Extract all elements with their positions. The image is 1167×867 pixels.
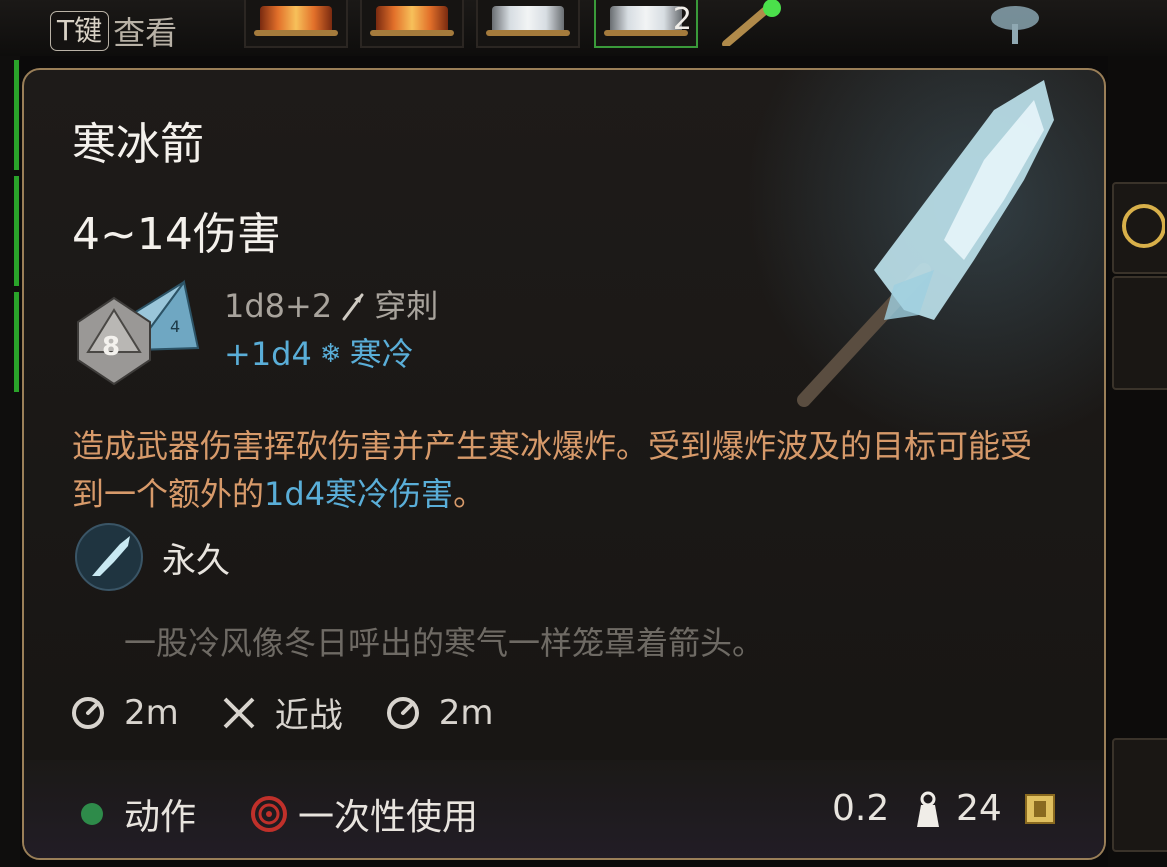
examine-label: 查看 — [113, 14, 178, 52]
amulet-icon — [1122, 204, 1166, 248]
hotbar-slot-ice-scroll[interactable] — [476, 0, 580, 48]
goblet-icon[interactable] — [980, 2, 1050, 52]
tooltip-footer: 动作 一次性使用 0.2 24 — [24, 760, 1104, 858]
item-description: 造成武器伤害挥砍伤害并产生寒冰爆炸。受到爆炸波及的目标可能受到一个额外的1d4寒… — [72, 422, 1052, 518]
base-damage-dice: 1d8+2 — [224, 287, 333, 325]
item-title: 寒冰箭 — [72, 119, 204, 170]
scroll-rod — [486, 30, 570, 36]
arrow-pierce-icon — [342, 293, 364, 321]
attack-type: 近战 — [274, 696, 343, 736]
item-tooltip: 寒冰箭 4~14伤害 4 8 1d8+2 穿刺 +1d4 ❄ 寒冷 造成武器伤害… — [22, 68, 1106, 860]
scroll-rod — [370, 30, 454, 36]
scroll-rod — [254, 30, 338, 36]
stack-count: 2 — [672, 2, 692, 37]
hotbar: T键 查看 2 — [0, 0, 1167, 56]
svg-text:4: 4 — [170, 317, 180, 336]
description-end: 。 — [453, 475, 486, 513]
duration-label: 永久 — [162, 540, 230, 581]
action-dot-icon — [81, 803, 103, 825]
hotbar-slot-selected-scroll[interactable]: 2 — [594, 0, 698, 48]
weight-value: 0.2 — [832, 788, 890, 829]
hotbar-slot-fire-scroll-2[interactable] — [360, 0, 464, 48]
gold-coin-icon — [1024, 793, 1055, 824]
dice-icons: 4 8 — [74, 278, 204, 388]
description-text: 造成武器伤害挥砍伤害并产生寒冰爆炸。受到爆炸波及的目标可能受到一个额外的 — [72, 427, 1033, 513]
action-cost: 动作 — [78, 788, 196, 840]
aoe-stat: 2m — [383, 693, 494, 733]
stats-row: 2m 近战 2m — [68, 688, 534, 737]
side-slot-bottom[interactable] — [1112, 738, 1167, 852]
gold-value: 24 — [956, 788, 1002, 829]
damage-range: 4~14伤害 — [72, 209, 281, 260]
description-highlight: 1d4寒冷伤害 — [264, 475, 454, 513]
aoe-icon — [386, 696, 419, 729]
action-label: 动作 — [124, 797, 197, 838]
aoe-value: 2m — [438, 692, 494, 733]
damage-breakdown: 1d8+2 穿刺 +1d4 ❄ 寒冷 — [224, 282, 438, 378]
base-damage-type: 穿刺 — [374, 287, 439, 325]
hotbar-slot-staff[interactable] — [720, 0, 800, 48]
consumable-swirl-icon — [251, 796, 287, 832]
hotbar-slot-fire-scroll-1[interactable] — [244, 0, 348, 48]
flavor-text: 一股冷风像冬日呼出的寒气一样笼罩着箭头。 — [124, 624, 765, 662]
attack-type-stat: 近战 — [219, 688, 343, 737]
range-icon — [72, 696, 104, 729]
green-bar — [14, 60, 19, 170]
d8-label: 8 — [102, 332, 121, 362]
range-stat: 2m — [68, 693, 179, 733]
ice-arrow-icon — [797, 80, 1054, 407]
usage-type: 一次性使用 — [248, 788, 478, 840]
side-slot-amulet[interactable] — [1112, 182, 1167, 274]
range-value: 2m — [124, 692, 179, 733]
side-slot[interactable] — [1112, 276, 1167, 390]
item-value: 24 — [956, 788, 1058, 829]
crossed-swords-icon — [223, 697, 255, 728]
duration-row: 永久 — [74, 522, 230, 592]
bonus-damage-dice: +1d4 — [224, 335, 312, 373]
bonus-damage-type: 寒冷 — [349, 335, 414, 373]
ice-arrow-status-icon — [75, 523, 143, 591]
item-artwork — [744, 70, 1104, 450]
usage-label: 一次性使用 — [298, 797, 479, 838]
staff-icon — [722, 0, 781, 48]
green-bar — [14, 176, 19, 286]
item-weight: 0.2 — [832, 788, 945, 829]
examine-hint: T键 查看 — [50, 8, 177, 54]
t-key-badge: T键 — [50, 11, 110, 51]
green-bar — [14, 292, 19, 392]
weight-icon — [917, 791, 940, 827]
snowflake-icon: ❄ — [319, 339, 342, 369]
